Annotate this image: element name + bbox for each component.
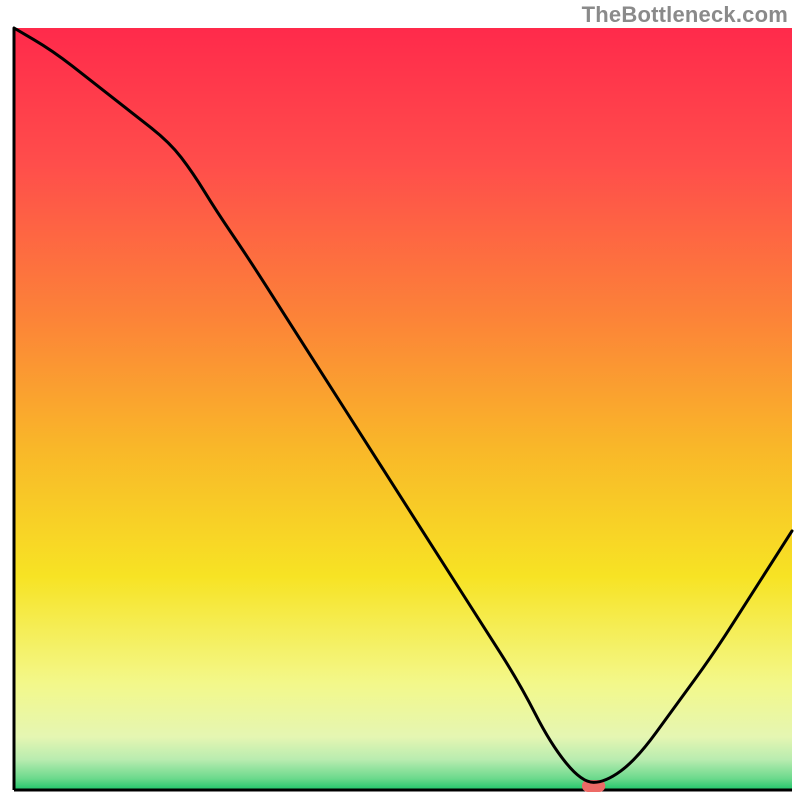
watermark-text: TheBottleneck.com <box>582 2 788 28</box>
plot-background-gradient <box>14 28 792 790</box>
bottleneck-chart <box>0 0 800 800</box>
